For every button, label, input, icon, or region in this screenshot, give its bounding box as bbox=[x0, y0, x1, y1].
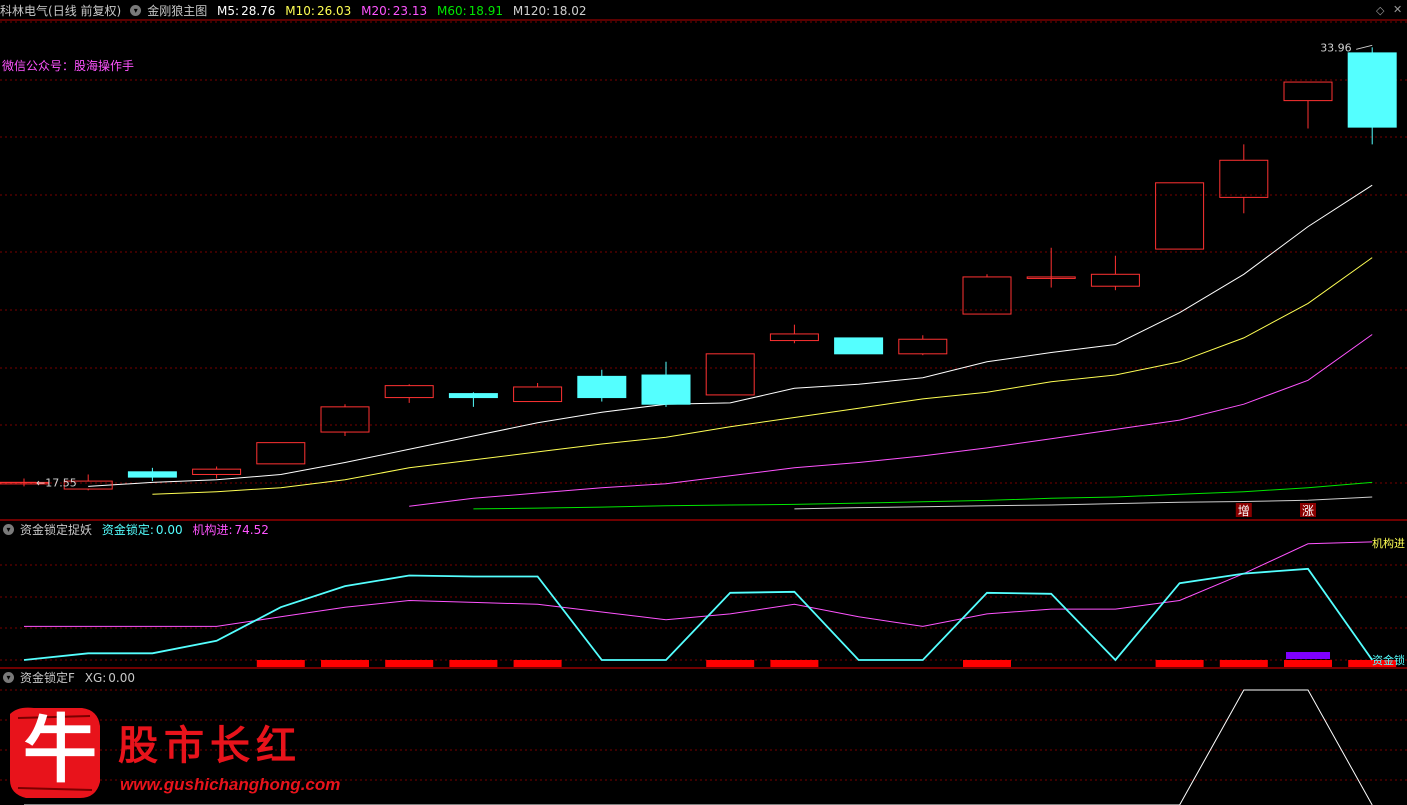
candle-body bbox=[962, 276, 1012, 315]
indicator-dropdown-icon[interactable]: ▾ bbox=[130, 5, 142, 16]
low-price-label: ←17.55 bbox=[36, 476, 77, 489]
candle-body bbox=[1347, 52, 1397, 128]
candle-body bbox=[320, 406, 370, 433]
fund-red-bar bbox=[770, 660, 819, 667]
fund-red-bar bbox=[513, 660, 562, 667]
main-indicator-name[interactable]: 金刚狼主图 bbox=[147, 4, 207, 18]
candle-body bbox=[834, 337, 884, 355]
main-panel-header: 科林电气(日线 前复权) ▾ 金刚狼主图 M5: 28.76 M10: 26.03 M2… bbox=[0, 2, 593, 20]
fund-red-bar bbox=[256, 660, 305, 667]
fund-lock-readout: 资金锁定: 0.00 bbox=[101, 523, 183, 537]
fund-red-bar bbox=[1155, 660, 1204, 667]
institution-line bbox=[24, 541, 1373, 627]
chart-canvas[interactable]: 33.96 ←17.55 增 涨 机构进资金锁 bbox=[0, 0, 1407, 805]
stock-chart-window[interactable]: 33.96 ←17.55 增 涨 机构进资金锁 科林电气(日线 前复权) ▾ 金刚狼主图 … bbox=[0, 0, 1407, 805]
ma60-readout: M60: 18.91 bbox=[436, 4, 504, 18]
candle-body bbox=[1283, 81, 1333, 102]
signal-label: 增 bbox=[1238, 504, 1250, 518]
main-candlestick-panel: 33.96 ←17.55 增 涨 bbox=[0, 41, 1397, 518]
institution-right-label: 机构进 bbox=[1372, 536, 1405, 550]
fund-red-bar bbox=[1219, 660, 1268, 667]
candle-body bbox=[256, 442, 306, 465]
xg-panel-header: ▾ 资金锁定F XG: 0.00 bbox=[0, 669, 141, 687]
xg-indicator-name[interactable]: 资金锁定F bbox=[20, 671, 75, 685]
ma5-line bbox=[88, 184, 1373, 487]
signal-label: 涨 bbox=[1302, 503, 1314, 518]
ma20-readout: M20: 23.13 bbox=[361, 4, 428, 18]
fund-purple-bar bbox=[1286, 652, 1330, 659]
high-price-arrow bbox=[1356, 44, 1373, 50]
period-label: (日线 前复权) bbox=[48, 4, 122, 18]
institution-readout: 机构进: 74.52 bbox=[192, 523, 269, 537]
candle-body bbox=[769, 333, 819, 342]
close-icon[interactable]: ✕ bbox=[1393, 3, 1402, 16]
watermark-title: 股市长红 bbox=[118, 722, 302, 769]
wechat-text: 微信公众号：股海操作手 bbox=[2, 59, 135, 73]
fund-red-bar bbox=[449, 660, 498, 667]
ma10-line bbox=[152, 257, 1373, 495]
candle-body bbox=[577, 375, 627, 399]
candle-body bbox=[1090, 273, 1140, 287]
candle-body bbox=[1155, 182, 1205, 250]
fund-red-bar bbox=[321, 660, 369, 667]
indicator-dropdown-icon[interactable]: ▾ bbox=[3, 672, 14, 683]
fund-red-bar bbox=[963, 660, 1011, 667]
watermark-logo-char: 牛 bbox=[23, 707, 97, 793]
ma120-readout: M120: 18.02 bbox=[512, 4, 587, 18]
xg-readout: XG: 0.00 bbox=[84, 671, 136, 685]
candle-body bbox=[1219, 159, 1269, 198]
candle-body bbox=[448, 393, 498, 399]
fund-red-bar bbox=[706, 660, 755, 667]
candle-body bbox=[641, 374, 691, 405]
fund-panel-header: ▾ 资金锁定捉妖 资金锁定: 0.00 机构进: 74.52 bbox=[0, 521, 275, 539]
stock-name: 科林电气 bbox=[0, 4, 49, 18]
fund-indicator-name[interactable]: 资金锁定捉妖 bbox=[20, 523, 92, 537]
candle-body bbox=[192, 468, 242, 475]
fund-lock-panel: 机构进资金锁 bbox=[23, 536, 1405, 667]
ma5-readout: M5: 28.76 bbox=[217, 4, 276, 18]
fund-lock-line bbox=[23, 567, 1373, 662]
diamond-icon[interactable]: ◇ bbox=[1376, 4, 1384, 17]
fund-red-bar bbox=[385, 660, 434, 667]
candle-body bbox=[384, 385, 434, 399]
indicator-dropdown-icon[interactable]: ▾ bbox=[3, 524, 14, 535]
candle-body bbox=[513, 386, 563, 403]
candle-body bbox=[705, 353, 755, 396]
watermark-url: www.gushichanghong.com bbox=[120, 775, 341, 794]
high-price-label: 33.96 bbox=[1320, 41, 1352, 54]
fund-red-bar bbox=[1284, 660, 1332, 667]
candle-body bbox=[898, 338, 948, 355]
fund-lock-right-label: 资金锁 bbox=[1372, 653, 1405, 667]
ma10-readout: M10: 26.03 bbox=[285, 4, 352, 18]
candle-body bbox=[127, 471, 177, 478]
